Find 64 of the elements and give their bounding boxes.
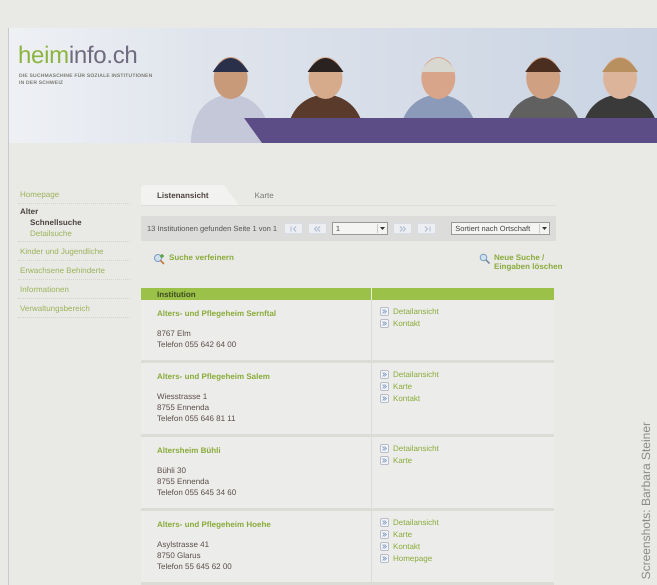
sidebar-item[interactable]: Verwaltungsbereich bbox=[18, 299, 130, 318]
sidebar-item[interactable]: Kinder und Jugendliche bbox=[18, 242, 130, 261]
last-page-icon bbox=[422, 226, 432, 232]
institution-name[interactable]: Alters- und Pflegeheim Salem bbox=[157, 372, 371, 381]
site-logo[interactable]: heiminfo.ch bbox=[18, 42, 138, 70]
detail-link[interactable]: Kontakt bbox=[380, 319, 554, 328]
double-chevron-right-icon bbox=[398, 226, 408, 232]
detail-link[interactable]: Detailansicht bbox=[380, 444, 554, 453]
sidebar-item[interactable]: Alter bbox=[20, 207, 128, 216]
sidebar-subitem[interactable]: Detailsuche bbox=[20, 229, 128, 238]
detail-link[interactable]: Kontakt bbox=[380, 394, 554, 403]
address-line: Telefon 055 646 81 11 bbox=[157, 413, 237, 424]
tab[interactable]: Listenansicht bbox=[141, 185, 239, 205]
address-line: 8767 Elm bbox=[157, 328, 192, 339]
column-header: Institution bbox=[141, 288, 372, 300]
chevron-box-icon bbox=[380, 518, 389, 527]
dropdown-arrow-icon bbox=[380, 227, 386, 230]
address-line: Telefon 55 645 62 00 bbox=[157, 561, 233, 572]
detail-link[interactable]: Karte bbox=[380, 456, 554, 465]
detail-link[interactable]: Karte bbox=[380, 382, 554, 391]
sidebar-subitem[interactable]: Schnellsuche bbox=[20, 218, 128, 227]
institution-name[interactable]: Alters- und Pflegeheim Hoehe bbox=[157, 520, 371, 529]
address-line: Bühli 30 bbox=[157, 465, 187, 476]
new-search-link[interactable]: Neue Suche / Eingaben löschen bbox=[479, 253, 564, 288]
institution-name[interactable]: Altersheim Bühli bbox=[157, 446, 371, 455]
detail-link[interactable]: Detailansicht bbox=[380, 370, 554, 379]
chevron-box-icon bbox=[380, 307, 389, 316]
chevron-box-icon bbox=[380, 456, 389, 465]
chevron-box-icon bbox=[380, 444, 389, 453]
chevron-box-icon bbox=[380, 319, 389, 328]
search-icon bbox=[479, 253, 490, 264]
photo-credit: Screenshots: Barbara Steiner bbox=[639, 422, 653, 579]
address-line: 8755 Ennenda bbox=[157, 476, 210, 487]
sidebar-item[interactable]: Erwachsene Behinderte bbox=[18, 261, 130, 280]
chevron-box-icon bbox=[380, 382, 389, 391]
address-line: Telefon 055 642 64 00 bbox=[157, 339, 238, 350]
sidebar-item[interactable]: Informationen bbox=[18, 280, 130, 299]
sidebar-item[interactable]: Homepage bbox=[18, 185, 130, 204]
dropdown-arrow-icon bbox=[542, 227, 547, 230]
institution-name[interactable]: Alters- und Pflegeheim Sernftal bbox=[157, 309, 371, 318]
refine-search-link[interactable]: Suche verfeinern bbox=[153, 253, 234, 288]
address-line: Telefon 055 645 34 60 bbox=[157, 487, 238, 498]
address-line: Asylstrasse 41 bbox=[157, 539, 210, 550]
detail-link[interactable]: Homepage bbox=[380, 554, 554, 563]
double-chevron-left-icon bbox=[312, 226, 322, 232]
chevron-box-icon bbox=[380, 554, 389, 563]
previous-page-button[interactable] bbox=[308, 223, 327, 234]
last-page-button[interactable] bbox=[417, 223, 436, 234]
detail-link[interactable]: Detailansicht bbox=[380, 518, 554, 527]
tab[interactable]: Karte bbox=[238, 185, 290, 205]
detail-link[interactable]: Karte bbox=[380, 530, 554, 539]
detail-link[interactable]: Kontakt bbox=[380, 542, 554, 551]
chevron-box-icon bbox=[380, 370, 389, 379]
magnifier-plus-icon bbox=[153, 253, 165, 265]
address-line: 8750 Glarus bbox=[157, 550, 202, 561]
detail-link[interactable]: Detailansicht bbox=[380, 307, 554, 316]
next-page-button[interactable] bbox=[393, 223, 412, 234]
chevron-box-icon bbox=[380, 394, 389, 403]
address-line: Wiesstrasse 1 bbox=[157, 391, 208, 402]
chevron-box-icon bbox=[380, 530, 389, 539]
first-page-icon bbox=[288, 226, 299, 232]
chevron-box-icon bbox=[380, 542, 389, 551]
address-line: 8755 Ennenda bbox=[157, 402, 210, 413]
first-page-button[interactable] bbox=[284, 223, 303, 234]
